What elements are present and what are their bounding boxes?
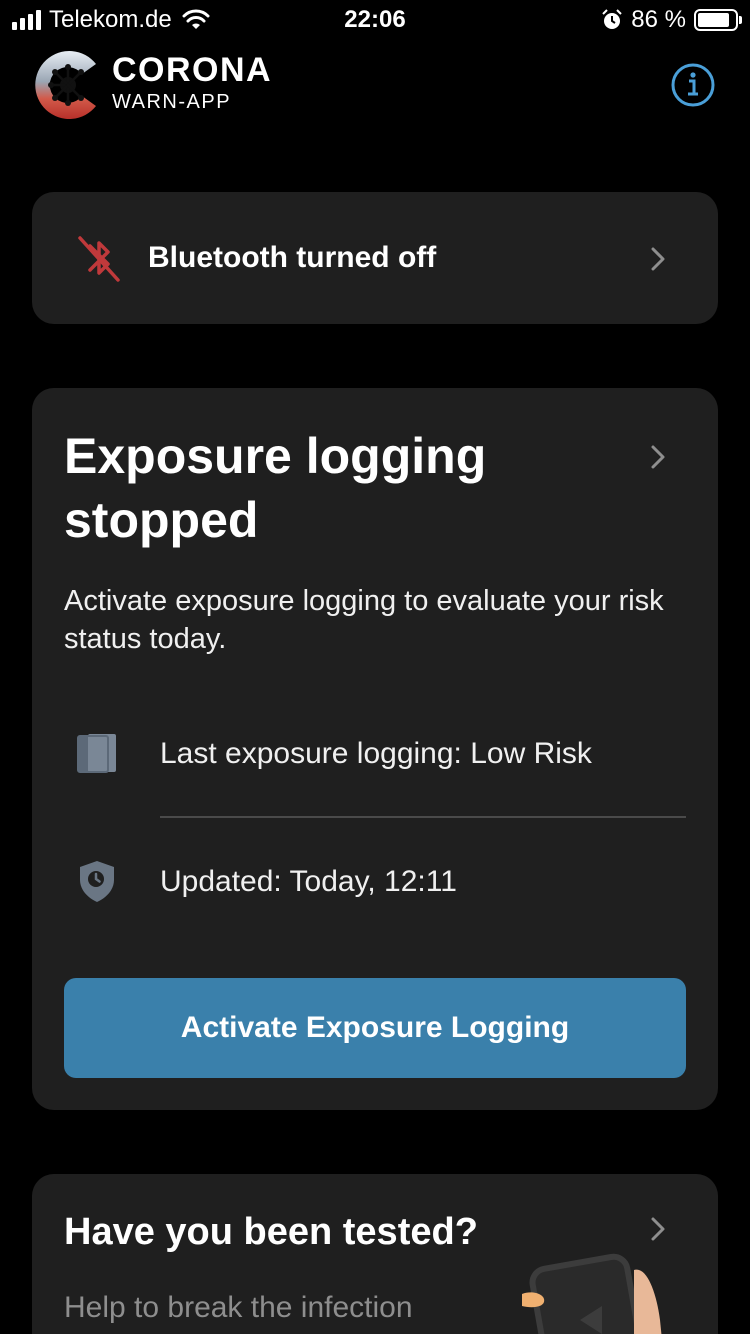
brand-wordmark: CORONA WARN-APP (112, 52, 272, 114)
bluetooth-off-icon (78, 236, 120, 282)
tested-title: Have you been tested? (64, 1211, 478, 1253)
chevron-right-icon (651, 1217, 665, 1241)
exposure-logging-card[interactable]: Exposure logging stopped Activate exposu… (32, 388, 718, 1110)
exposure-description: Activate exposure logging to evaluate yo… (64, 585, 664, 655)
battery-fill (698, 13, 729, 27)
app-subname: WARN-APP (112, 91, 232, 113)
app-name: CORONA (112, 51, 273, 89)
row-divider (160, 816, 686, 818)
exposure-title: Exposure logging stopped (64, 428, 487, 548)
battery-icon (694, 9, 742, 31)
info-icon[interactable] (670, 62, 716, 108)
status-bar: Telekom.de 22:06 86 % (0, 0, 750, 40)
tested-description: Help to break the infection chain by not… (64, 1291, 413, 1334)
last-exposure-row: Last exposure logging: Low Risk (160, 737, 592, 770)
battery-percent: 86 % (631, 6, 686, 33)
bluetooth-card[interactable]: Bluetooth turned off (32, 192, 718, 324)
tested-card[interactable]: Have you been tested? Help to break the … (32, 1174, 718, 1334)
updated-row: Updated: Today, 12:11 (160, 865, 457, 898)
chevron-right-icon (651, 445, 665, 469)
bluetooth-status-label: Bluetooth turned off (148, 241, 437, 274)
document-icon (77, 734, 116, 773)
corona-warn-app-logo (35, 50, 96, 119)
shield-clock-icon (80, 861, 114, 902)
phone-hand-illustration (522, 1253, 662, 1334)
chevron-right-icon (651, 247, 665, 271)
status-bar-right: 86 % (601, 6, 742, 34)
alarm-icon (602, 9, 623, 29)
activate-exposure-logging-button[interactable]: Activate Exposure Logging (64, 978, 686, 1078)
